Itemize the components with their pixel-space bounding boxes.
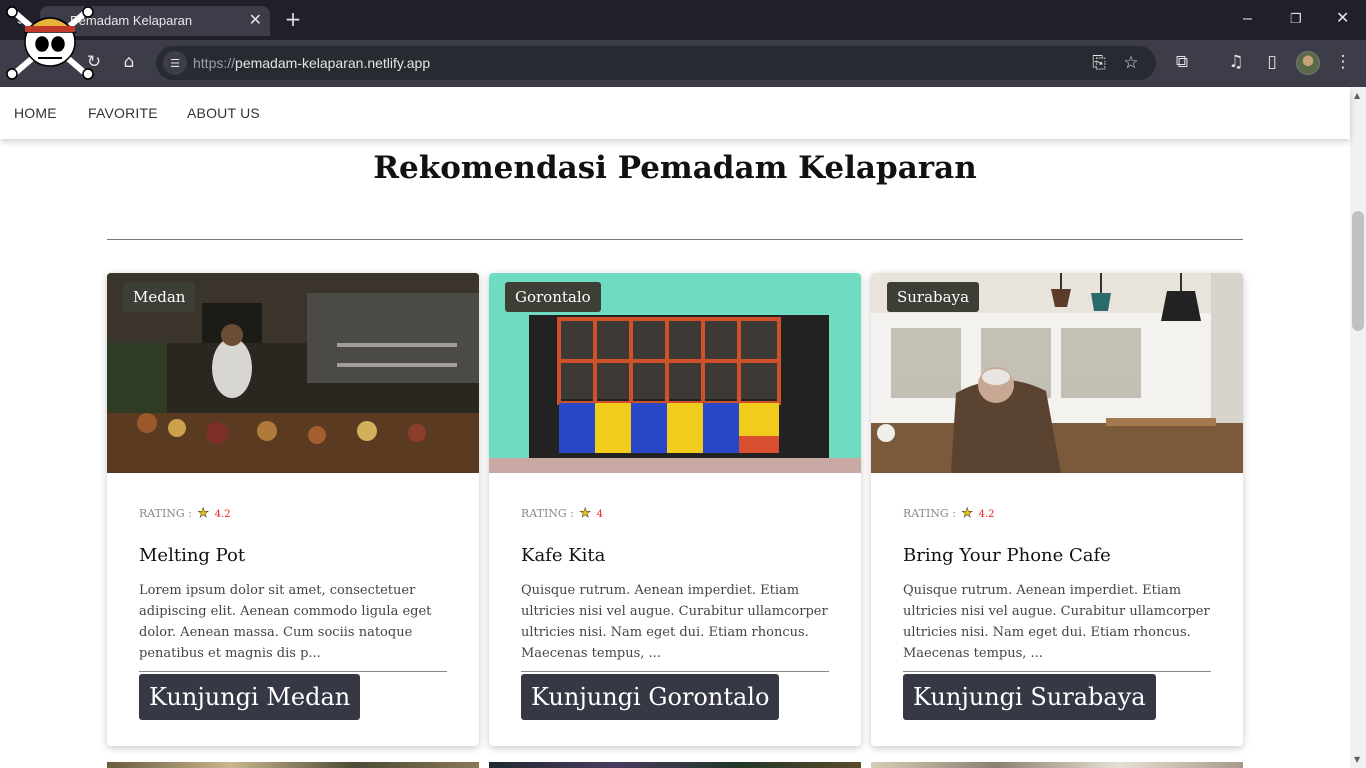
visit-button[interactable]: Kunjungi Surabaya — [903, 674, 1156, 720]
rating-star-icon: ★ — [579, 506, 592, 522]
home-icon[interactable]: ⌂ — [118, 52, 140, 72]
site-info-icon[interactable]: ☰ — [163, 51, 187, 75]
install-app-icon[interactable]: ⎘ — [1088, 53, 1110, 73]
nav-about-us[interactable]: ABOUT US — [187, 105, 260, 121]
rating-label: RATING : — [521, 507, 574, 520]
card-divider — [903, 671, 1211, 672]
rating-star-icon: ★ — [197, 506, 210, 522]
media-icon[interactable]: ♫ — [1225, 52, 1247, 72]
browser-tab-strip: ⌄ Pemadam Kelaparan ✕ + – ❐ ✕ — [0, 0, 1366, 40]
restaurant-name: Kafe Kita — [521, 545, 606, 566]
nav-favorite[interactable]: FAVORITE — [88, 105, 158, 121]
rating-label: RATING : — [903, 507, 956, 520]
nav-home[interactable]: HOME — [14, 105, 57, 121]
scroll-thumb[interactable] — [1352, 211, 1364, 331]
address-bar[interactable]: ☰ https://pemadam-kelaparan.netlify.app … — [156, 46, 1156, 80]
scroll-up-icon[interactable]: ▲ — [1354, 91, 1360, 100]
restaurant-card: Surabaya RATING : ★ 4.2 Bring Your Phone… — [871, 273, 1243, 746]
url-scheme: https:// — [193, 55, 236, 71]
rating-value: 4 — [596, 509, 603, 520]
visit-button[interactable]: Kunjungi Gorontalo — [521, 674, 780, 720]
browser-toolbar: ↻ ⌂ ☰ https://pemadam-kelaparan.netlify.… — [0, 40, 1366, 87]
restaurant-description: Quisque rutrum. Aenean imperdiet. Etiam … — [521, 583, 828, 661]
title-divider — [107, 239, 1243, 240]
profile-avatar[interactable] — [1296, 51, 1320, 75]
card-divider — [139, 671, 447, 672]
page-title: Rekomendasi Pemadam Kelaparan — [373, 150, 977, 186]
rating-star-icon: ★ — [961, 506, 974, 522]
plus-icon[interactable]: + — [282, 8, 304, 30]
card-divider — [521, 671, 829, 672]
close-icon[interactable]: ✕ — [1336, 10, 1349, 28]
next-card-image — [107, 762, 479, 768]
url-host: pemadam-kelaparan.netlify.app — [235, 55, 431, 71]
rating-label: RATING : — [139, 507, 192, 520]
minimize-icon[interactable]: – — [1243, 10, 1252, 28]
rating: RATING : ★ 4.2 — [903, 506, 995, 522]
url-text[interactable]: https://pemadam-kelaparan.netlify.app — [193, 55, 430, 71]
menu-dots-icon[interactable]: ⋮ — [1332, 52, 1354, 72]
city-badge: Surabaya — [887, 282, 980, 312]
city-badge: Gorontalo — [505, 282, 601, 312]
page-scrollbar[interactable]: ▲ ▼ — [1350, 87, 1366, 768]
restaurant-description: Lorem ipsum dolor sit amet, consectetuer… — [139, 583, 432, 661]
city-badge: Medan — [123, 282, 196, 312]
star-icon[interactable]: ☆ — [1120, 53, 1142, 73]
visit-button[interactable]: Kunjungi Medan — [139, 674, 361, 720]
rating-value: 4.2 — [214, 509, 231, 520]
rating: RATING : ★ 4 — [521, 506, 603, 522]
site-navbar: HOME FAVORITE ABOUT US — [0, 87, 1350, 139]
sidepanel-icon[interactable]: ▯ — [1261, 52, 1283, 72]
close-icon[interactable]: ✕ — [249, 11, 262, 29]
restaurant-name: Bring Your Phone Cafe — [903, 545, 1111, 566]
rating: RATING : ★ 4.2 — [139, 506, 231, 522]
extensions-icon[interactable]: ⧉ — [1171, 52, 1193, 72]
restaurant-card: Medan RATING : ★ 4.2 Melting Pot Lorem i… — [107, 273, 479, 746]
rating-value: 4.2 — [978, 509, 995, 520]
restore-icon[interactable]: ❐ — [1290, 10, 1302, 28]
skull-logo — [6, 6, 94, 80]
next-card-image — [489, 762, 861, 768]
restaurant-card: Gorontalo RATING : ★ 4 Kafe Kita Quisque… — [489, 273, 861, 746]
restaurant-description: Quisque rutrum. Aenean imperdiet. Etiam … — [903, 583, 1210, 661]
next-card-image — [871, 762, 1243, 768]
restaurant-name: Melting Pot — [139, 545, 246, 566]
scroll-down-icon[interactable]: ▼ — [1354, 755, 1360, 764]
